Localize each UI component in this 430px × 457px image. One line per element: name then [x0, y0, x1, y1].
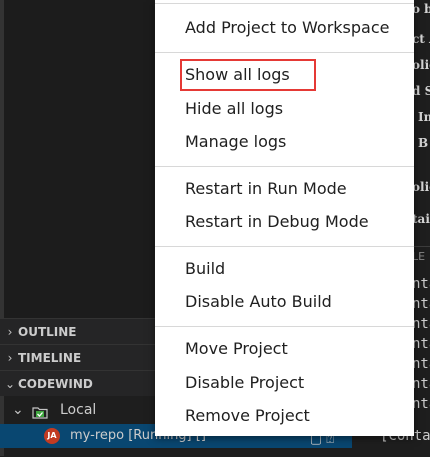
terminal-line: nta: [412, 316, 430, 332]
tree-item-local[interactable]: ⌄ Local: [0, 398, 158, 422]
chevron-down-icon: ⌄: [4, 377, 16, 391]
editor-text-line: o b: [412, 2, 430, 16]
section-outline-label: OUTLINE: [18, 325, 77, 339]
terminal-line: nta: [412, 356, 430, 372]
chevron-right-icon: ›: [7, 325, 13, 339]
section-timeline-label: TIMELINE: [18, 351, 82, 365]
menu-item-move-project[interactable]: Move Project: [155, 334, 414, 364]
menu-item-add-project[interactable]: Add Project to Workspace: [155, 13, 414, 43]
chevron-down-icon: ⌄: [12, 402, 24, 418]
editor-text-line: tai: [412, 212, 430, 226]
menu-item-build[interactable]: Build: [155, 254, 414, 284]
editor-text-line: In: [418, 110, 430, 124]
terminal-line: nta: [412, 276, 430, 292]
menu-separator: [155, 3, 414, 4]
section-timeline[interactable]: › TIMELINE: [0, 344, 158, 370]
section-codewind-label: CODEWIND: [18, 377, 93, 391]
section-codewind[interactable]: ⌄ CODEWIND: [0, 370, 158, 396]
menu-item-remove-project[interactable]: Remove Project: [155, 401, 414, 431]
menu-item-show-all-logs[interactable]: Show all logs: [155, 60, 414, 90]
terminal-line: nta: [412, 396, 430, 412]
menu-item-restart-debug[interactable]: Restart in Debug Mode: [155, 207, 414, 237]
section-outline[interactable]: › OUTLINE: [0, 318, 158, 344]
menu-separator: [155, 166, 414, 167]
menu-item-disable-auto-build[interactable]: Disable Auto Build: [155, 287, 414, 317]
chevron-right-icon: ›: [7, 351, 13, 365]
editor-text-line: olic: [412, 58, 430, 72]
menu-separator: [155, 52, 414, 53]
explorer-tree-area: [4, 0, 154, 318]
menu-item-restart-run[interactable]: Restart in Run Mode: [155, 174, 414, 204]
terminal-line: nta: [412, 376, 430, 392]
editor-text-line: B: [418, 136, 429, 150]
editor-text-line: olic: [412, 180, 430, 194]
terminal-line: nta: [412, 336, 430, 352]
menu-item-hide-all-logs[interactable]: Hide all logs: [155, 94, 414, 124]
context-menu: Add Project to Workspace Show all logs H…: [155, 0, 414, 436]
terminal-line: nta: [412, 296, 430, 312]
menu-item-disable-project[interactable]: Disable Project: [155, 368, 414, 398]
menu-item-manage-logs[interactable]: Manage logs: [155, 127, 414, 157]
editor-text-line: d S: [412, 84, 430, 98]
menu-separator: [155, 326, 414, 327]
folder-check-icon: [32, 403, 48, 419]
editor-text-line: ct A: [412, 32, 430, 46]
menu-separator: [155, 246, 414, 247]
tree-item-local-label: Local: [60, 402, 97, 418]
terminal-header: LE: [412, 250, 426, 263]
project-language-badge: JA: [44, 428, 60, 444]
